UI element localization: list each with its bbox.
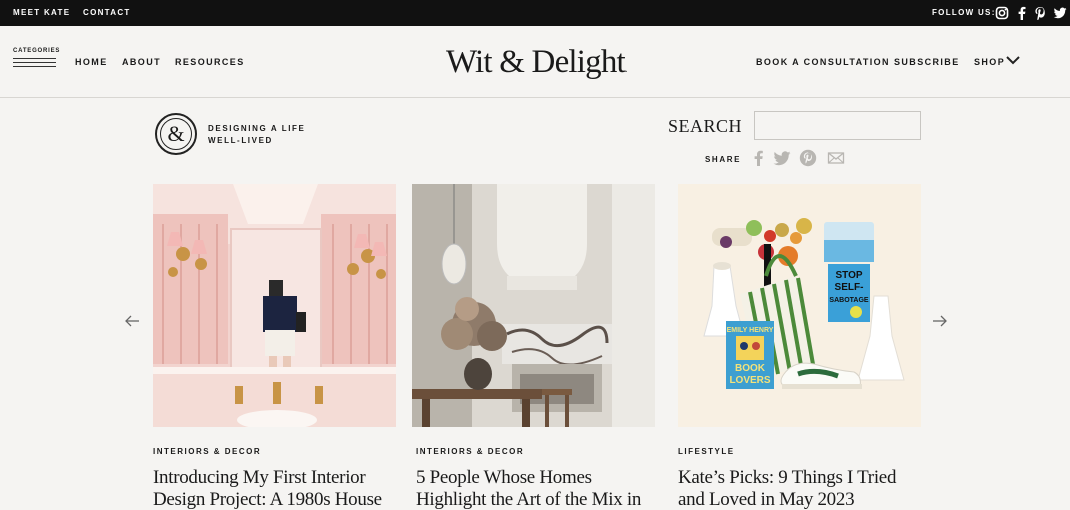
search-label: SEARCH [668,116,743,136]
book-title-2: LOVERS [729,375,770,386]
card-3-category[interactable]: LIFESTYLE [678,447,735,456]
site-header: CATEGORIES HOME ABOUT RESOURCES Wit & De… [0,26,1070,98]
book-stop-line: STOP [835,270,862,281]
hamburger-line [13,62,56,63]
logo-text: Wit & Delight [446,44,626,80]
hamburger-line [13,58,56,59]
card-2-title-line-1: 5 People Whose Homes [416,467,592,488]
follow-us-label: FOLLOW US: [932,8,996,17]
facebook-icon[interactable] [1015,6,1029,20]
card-3-title[interactable]: Kate’s Picks: 9 Things I Tried and Loved… [678,467,928,510]
pinterest-icon[interactable] [799,149,817,167]
tagline-line-2: WELL-LIVED [208,135,273,145]
nav-about[interactable]: ABOUT [122,26,161,98]
tagline: DESIGNING A LIFE WELL-LIVED [208,123,305,146]
contact-link[interactable]: CONTACT [83,0,131,26]
tagline-line-1: DESIGNING A LIFE [208,124,306,133]
hamburger-line [13,66,56,67]
chevron-down-icon[interactable] [1006,55,1020,65]
kitchen-photo [412,184,655,427]
top-bar: MEET KATE CONTACT FOLLOW US: [0,0,1070,26]
arrow-left-icon[interactable] [124,314,140,328]
nav-resources[interactable]: RESOURCES [175,26,245,98]
book-sabotage-line: SABOTAGE [829,297,868,304]
card-2-category[interactable]: INTERIORS & DECOR [416,447,524,456]
card-1-title-line-2: Design Project: A 1980s House [153,489,382,510]
book-title-1: BOOK [735,363,766,374]
ampersand-badge[interactable]: & [155,113,197,155]
nav-book-consultation[interactable]: BOOK A CONSULTATION [756,26,890,98]
instagram-icon[interactable] [995,6,1009,20]
arrow-right-icon[interactable] [932,314,948,328]
card-2-title-line-2: Highlight the Art of the Mix in [416,489,642,510]
card-image-product-collage[interactable]: STOP SELF- SABOTAGE EMILY HENRY BOOK LOV… [678,184,921,427]
categories-menu-button[interactable]: CATEGORIES [13,48,61,70]
card-image-pink-bathroom[interactable] [153,184,396,427]
card-image-kitchen[interactable] [412,184,655,427]
nav-subscribe[interactable]: SUBSCRIBE [894,26,960,98]
nav-home[interactable]: HOME [75,26,108,98]
card-3-title-line-2: and Loved in May 2023 [678,489,855,510]
card-1-title[interactable]: Introducing My First Interior Design Pro… [153,467,403,510]
book-author: EMILY HENRY [727,327,774,334]
meet-kate-link[interactable]: MEET KATE [13,0,70,26]
facebook-icon[interactable] [750,149,768,167]
search-input[interactable] [754,111,921,140]
card-1-title-line-1: Introducing My First Interior [153,467,366,488]
nav-shop[interactable]: SHOP [974,26,1005,98]
card-3-title-line-1: Kate’s Picks: 9 Things I Tried [678,467,897,488]
pinterest-icon[interactable] [1033,6,1047,20]
categories-label: CATEGORIES [13,48,61,54]
card-1-category[interactable]: INTERIORS & DECOR [153,447,261,456]
site-logo[interactable]: Wit & Delight. [446,40,636,84]
card-2-title[interactable]: 5 People Whose Homes Highlight the Art o… [416,467,666,510]
ampersand-badge-text: & [160,118,192,150]
book-self-line: SELF- [835,282,864,293]
logo-dot: . [624,64,627,75]
twitter-icon[interactable] [1053,6,1067,20]
twitter-icon[interactable] [773,149,791,167]
share-label: SHARE [705,155,742,164]
product-collage-photo: STOP SELF- SABOTAGE EMILY HENRY BOOK LOV… [678,184,921,427]
email-icon[interactable] [827,149,845,167]
pink-bathroom-photo [153,184,396,427]
